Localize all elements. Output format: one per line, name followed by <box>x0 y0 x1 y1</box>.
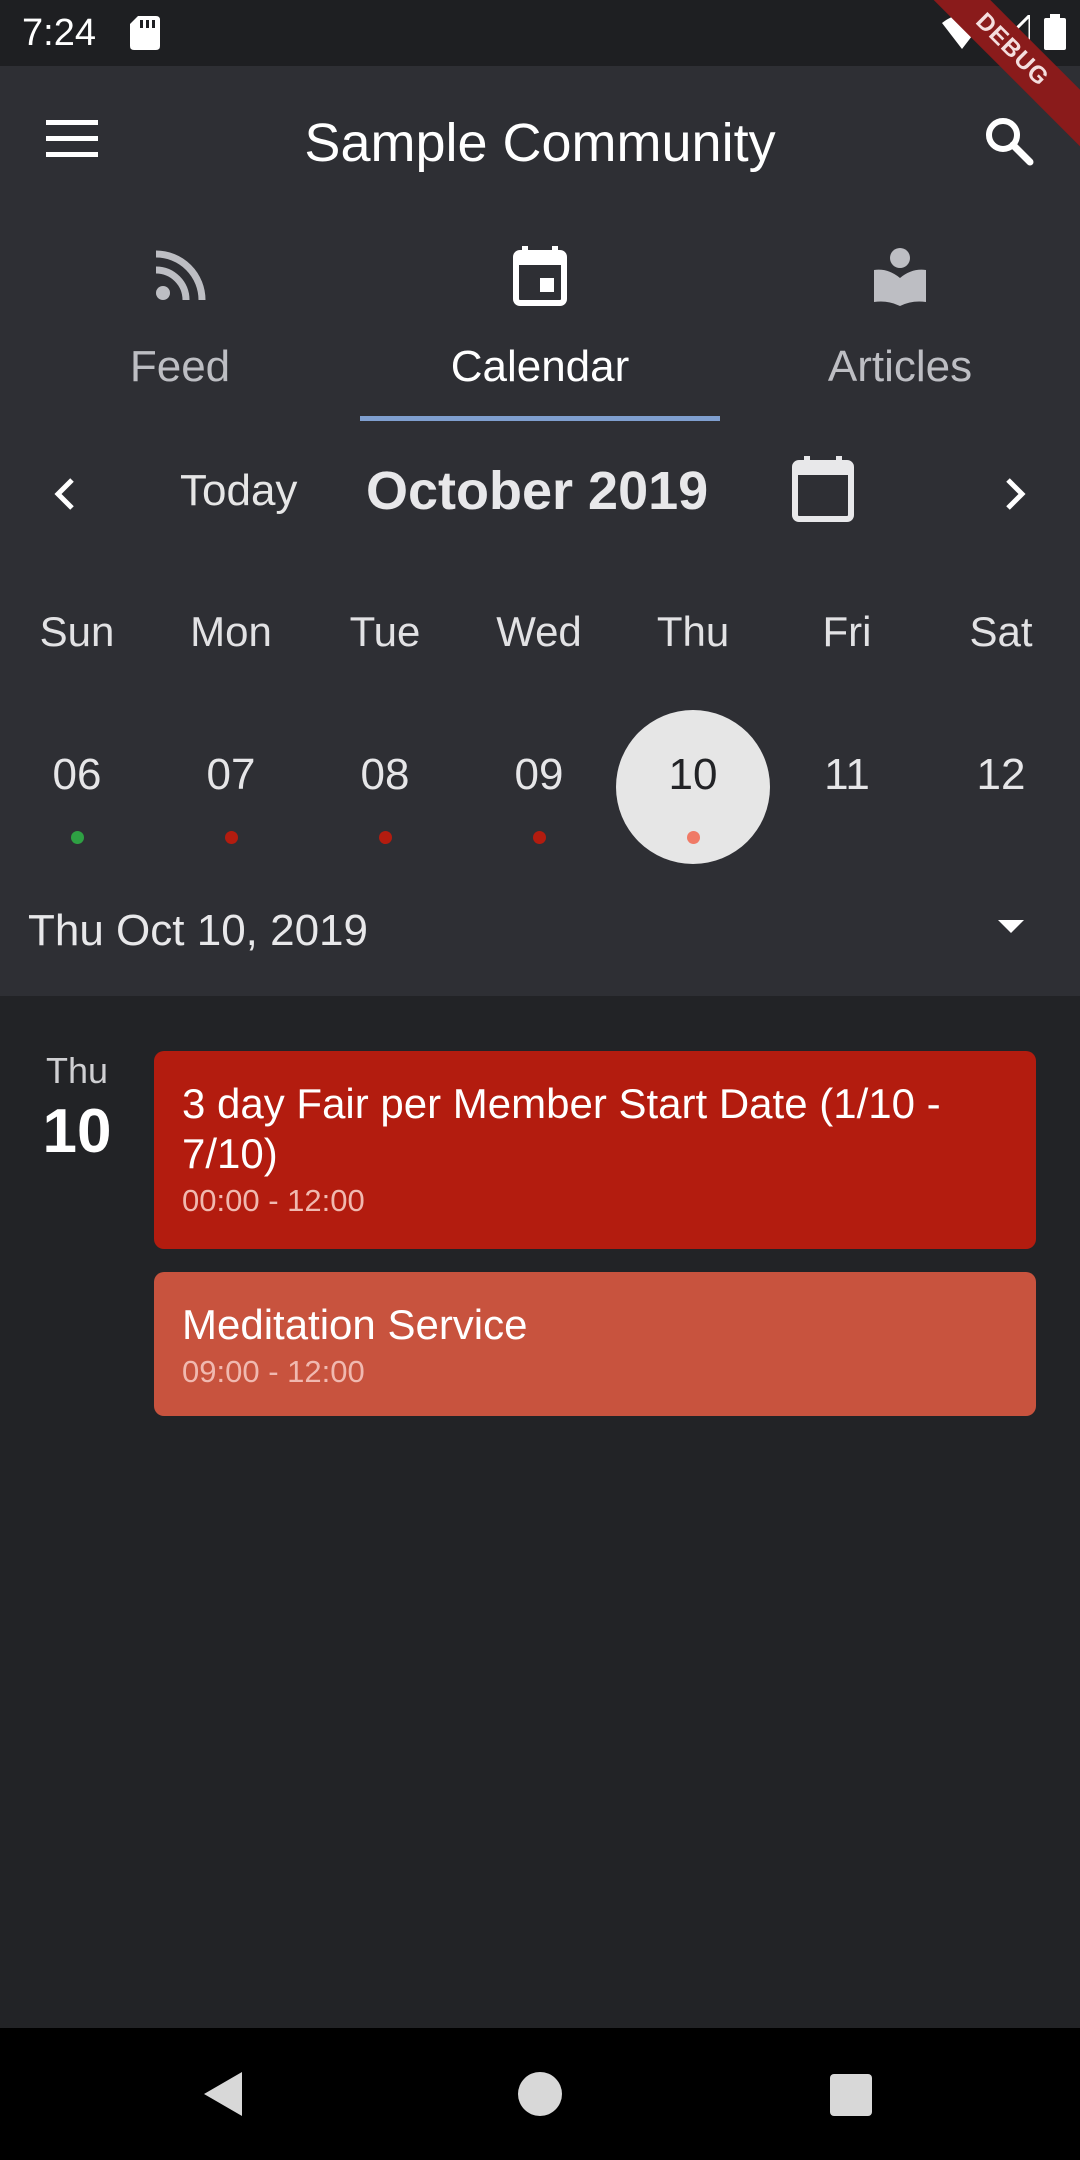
weekday-label: Wed <box>496 608 582 655</box>
weekday-label: Sat <box>969 608 1033 655</box>
weekday-label: Mon <box>190 608 272 655</box>
event-dot <box>687 831 700 844</box>
tab-articles-label: Articles <box>827 342 973 391</box>
status-time: 7:24 <box>22 12 96 54</box>
events-day-number: 10 <box>42 1097 112 1166</box>
events-day-of-week: Thu <box>45 1050 109 1091</box>
page-title: Sample Community <box>304 113 776 173</box>
day-number: 11 <box>824 750 870 799</box>
day-cell[interactable]: 07 <box>154 710 308 864</box>
rss-icon <box>150 246 210 306</box>
chevron-right-icon[interactable] <box>986 466 1042 522</box>
day-cell[interactable]: 09 <box>462 710 616 864</box>
event-dot <box>533 831 546 844</box>
day-number: 12 <box>976 750 1026 799</box>
day-number: 08 <box>360 750 410 799</box>
weekday-label: Fri <box>822 608 872 655</box>
battery-icon <box>1044 14 1066 55</box>
tab-feed[interactable]: Feed <box>0 232 360 426</box>
day-cell[interactable]: 12 <box>924 710 1078 864</box>
system-nav-bar <box>0 2028 1080 2160</box>
event-dot <box>225 831 238 844</box>
tab-indicator <box>360 416 720 421</box>
day-number: 06 <box>52 750 102 799</box>
event-title: 3 day Fair per Member Start Date (1/10 -… <box>182 1080 941 1177</box>
tab-calendar-label: Calendar <box>450 342 630 391</box>
day-cell-selected[interactable]: 10 <box>616 710 770 864</box>
event-dot <box>379 831 392 844</box>
day-number: 09 <box>514 750 564 799</box>
tab-feed-label: Feed <box>129 342 231 391</box>
calendar-panel: Today October 2019 Sun Mon Tue Wed Thu F… <box>0 426 1080 996</box>
reader-icon <box>870 246 930 306</box>
caret-down-icon[interactable] <box>996 916 1030 946</box>
selected-date-label: Thu Oct 10, 2019 <box>28 906 368 955</box>
events-day-header: Thu 10 <box>30 1050 124 1167</box>
event-title: Meditation Service <box>182 1301 528 1348</box>
event-dot <box>71 831 84 844</box>
weekday-label: Tue <box>349 608 421 655</box>
day-cell[interactable]: 06 <box>0 710 154 864</box>
event-time: 09:00 - 12:00 <box>182 1354 365 1389</box>
weekday-label: Sun <box>39 608 115 655</box>
chevron-left-icon[interactable] <box>38 466 94 522</box>
status-bar: 7:24 <box>0 0 1080 66</box>
tab-articles[interactable]: Articles <box>720 232 1080 426</box>
calendar-picker-icon[interactable] <box>792 456 858 528</box>
day-number: 10 <box>668 750 718 799</box>
home-icon[interactable] <box>518 2072 562 2116</box>
event-card[interactable]: 3 day Fair per Member Start Date (1/10 -… <box>154 1051 1036 1249</box>
day-cell[interactable]: 08 <box>308 710 462 864</box>
weekday-label: Thu <box>656 608 730 655</box>
search-icon[interactable] <box>984 116 1044 176</box>
today-button[interactable]: Today <box>180 466 297 516</box>
tab-bar: Feed Calendar Articles <box>0 232 1080 426</box>
recent-apps-icon[interactable] <box>830 2074 872 2116</box>
day-number: 07 <box>206 750 256 799</box>
calendar-icon <box>510 246 570 306</box>
tab-calendar[interactable]: Calendar <box>360 232 720 426</box>
sd-card-icon <box>130 16 160 55</box>
event-card[interactable]: Meditation Service 09:00 - 12:00 <box>154 1272 1036 1416</box>
event-time: 00:00 - 12:00 <box>182 1183 365 1218</box>
month-title: October 2019 <box>366 461 709 521</box>
back-icon[interactable] <box>200 2070 244 2123</box>
day-cell[interactable]: 11 <box>770 710 924 864</box>
